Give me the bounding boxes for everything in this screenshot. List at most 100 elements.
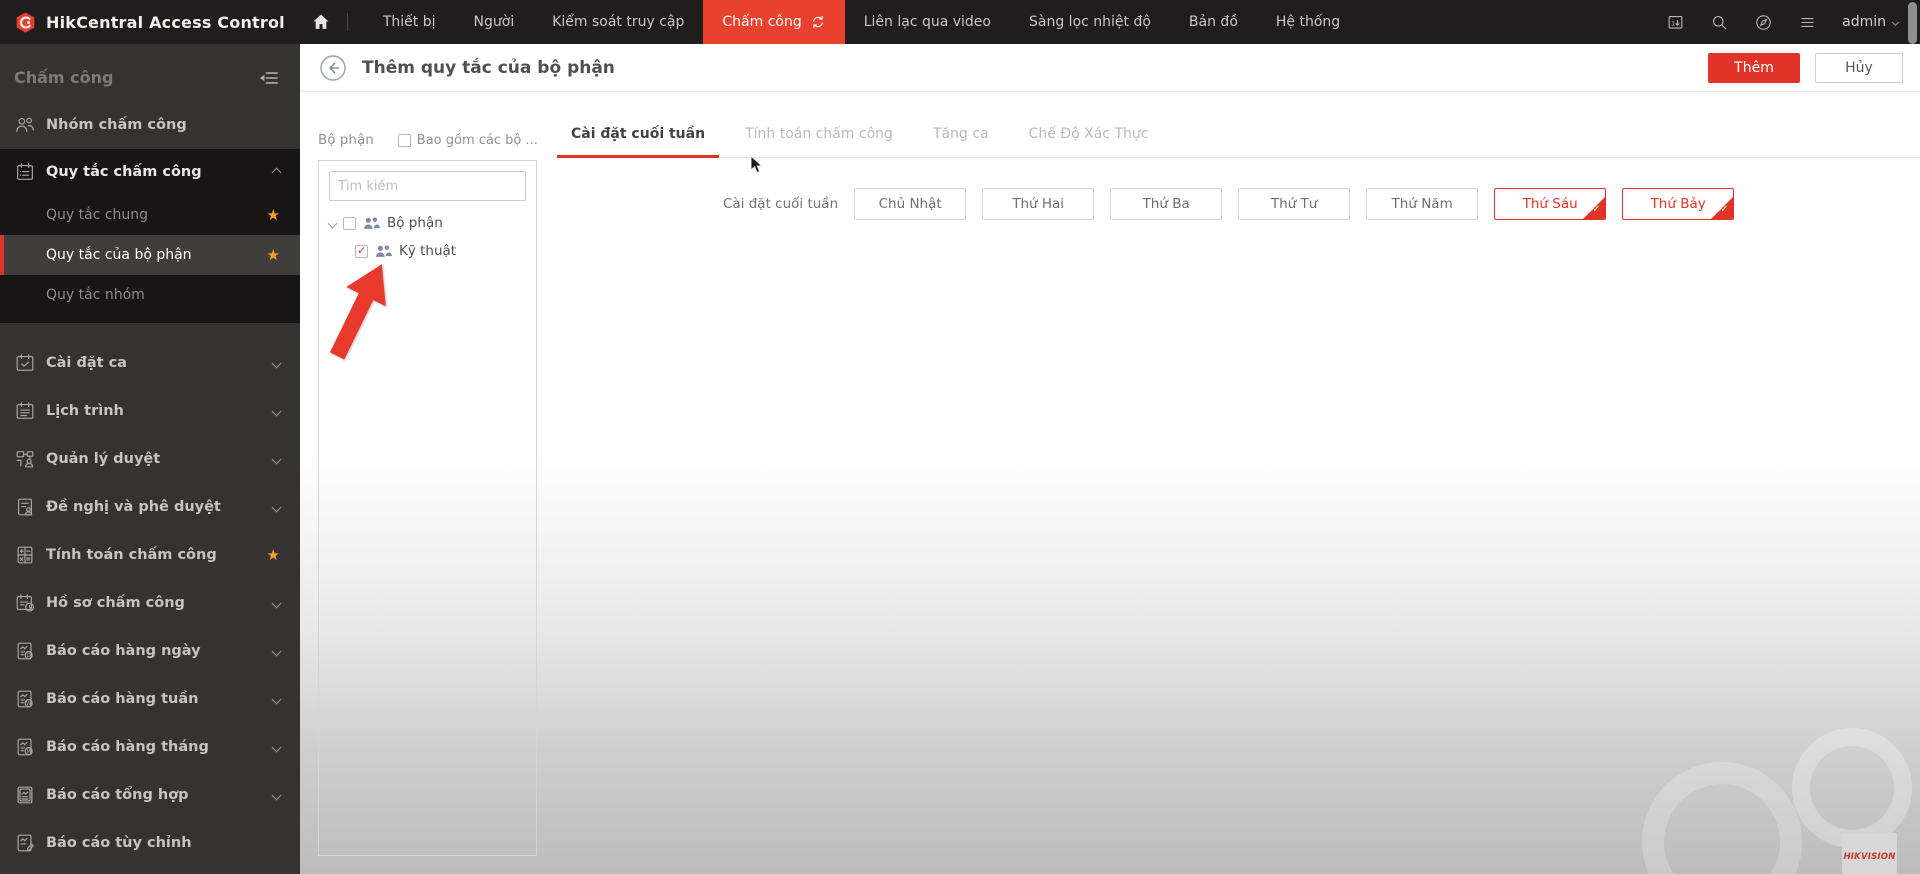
- tab-label: Chế Độ Xác Thực: [1028, 126, 1149, 142]
- home-icon[interactable]: [311, 12, 331, 32]
- search-icon[interactable]: [1710, 13, 1729, 32]
- star-icon[interactable]: ★: [267, 547, 280, 563]
- chevron-down-icon: [271, 406, 282, 416]
- nav-ban-do[interactable]: Bản đồ: [1170, 0, 1257, 44]
- tree-node-bo-phan[interactable]: Bộ phận: [327, 215, 526, 231]
- sidebar-item-quan-ly-duyet[interactable]: Quản lý duyệt: [0, 435, 300, 483]
- day-button-tuesday[interactable]: Thứ Ba: [1110, 188, 1223, 220]
- page-header: Thêm quy tắc của bộ phận Thêm Hủy: [300, 44, 1920, 92]
- star-icon[interactable]: ★: [267, 207, 280, 223]
- sidebar-item-label: Báo cáo hàng tháng: [46, 739, 209, 755]
- sidebar-item-label: Lịch trình: [46, 403, 124, 419]
- chevron-down-icon: [271, 646, 282, 656]
- sidebar-item-tinh-toan-cham-cong[interactable]: Tính toán chấm công ★: [0, 531, 300, 579]
- svg-text:1: 1: [1671, 20, 1675, 27]
- selected-corner-icon: ✓: [1583, 197, 1606, 219]
- nav-nguoi[interactable]: Người: [455, 0, 534, 44]
- sidebar-item-label: Quy tắc nhóm: [46, 287, 145, 303]
- day-button-label: Thứ Sáu: [1522, 196, 1578, 212]
- sidebar-item-label: Quy tắc chấm công: [46, 164, 202, 180]
- top-nav: Thiết bị Người Kiểm soát truy cập Chấm c…: [364, 0, 1359, 44]
- tab-che-do-xac-thuc[interactable]: Chế Độ Xác Thực: [1015, 126, 1163, 157]
- day-button-friday[interactable]: Thứ Sáu ✓: [1494, 188, 1607, 220]
- nav-label: Thiết bị: [382, 14, 436, 30]
- chevron-up-icon: [271, 167, 282, 177]
- sidebar-item-lich-trinh[interactable]: Lịch trình: [0, 387, 300, 435]
- back-button[interactable]: [320, 54, 346, 81]
- sync-icon: [812, 15, 823, 29]
- sidebar-item-label: Báo cáo tổng hợp: [46, 787, 189, 803]
- sidebar-item-ho-so-cham-cong[interactable]: Hồ sơ chấm công: [0, 579, 300, 627]
- sidebar-item-label: Đề nghị và phê duyệt: [46, 499, 221, 515]
- calendar-check-icon: [14, 352, 36, 374]
- day-button-label: Thứ Năm: [1391, 196, 1453, 212]
- star-icon[interactable]: ★: [267, 247, 280, 263]
- nav-lien-lac-qua-video[interactable]: Liên lạc qua video: [845, 0, 1010, 44]
- page-title: Thêm quy tắc của bộ phận: [362, 57, 615, 78]
- day-button-label: Thứ Hai: [1012, 196, 1065, 212]
- add-button[interactable]: Thêm: [1708, 52, 1800, 83]
- nav-cham-cong[interactable]: Chấm công: [703, 0, 845, 44]
- report-weekly-icon: [14, 688, 36, 710]
- nav-thiet-bi[interactable]: Thiết bị: [364, 0, 455, 44]
- org-chart-icon: [14, 448, 36, 470]
- calendar-icon[interactable]: 1: [1666, 13, 1685, 32]
- sidebar-item-label: Quy tắc của bộ phận: [46, 247, 192, 263]
- sidebar-item-bao-cao-hang-ngay[interactable]: Báo cáo hàng ngày: [0, 627, 300, 675]
- nav-he-thong[interactable]: Hệ thống: [1257, 0, 1359, 44]
- nav-sang-loc-nhiet-do[interactable]: Sàng lọc nhiệt độ: [1010, 0, 1170, 44]
- day-button-wednesday[interactable]: Thứ Tư: [1238, 188, 1351, 220]
- cancel-button[interactable]: Hủy: [1815, 52, 1903, 83]
- tab-cai-dat-cuoi-tuan[interactable]: Cài đặt cuối tuần: [557, 126, 720, 158]
- nav-label: Bản đồ: [1188, 14, 1238, 30]
- tab-label: Cài đặt cuối tuần: [571, 126, 706, 142]
- search-input[interactable]: [329, 171, 526, 201]
- sidebar-item-label: Quy tắc chung: [46, 207, 149, 223]
- nav-label: Kiểm soát truy cập: [552, 14, 685, 30]
- report-daily-icon: [14, 640, 36, 662]
- sidebar-item-cai-dat-ca[interactable]: Cài đặt ca: [0, 339, 300, 387]
- sidebar-item-quy-tac-chung[interactable]: Quy tắc chung ★: [0, 195, 300, 235]
- tab-tinh-toan-cham-cong[interactable]: Tính toán chấm công: [731, 126, 907, 157]
- nav-kiem-soat-truy-cap[interactable]: Kiểm soát truy cập: [533, 0, 703, 44]
- collapse-sidebar-icon[interactable]: [258, 69, 280, 87]
- day-button-sunday[interactable]: Chủ Nhật: [854, 188, 967, 220]
- compass-icon[interactable]: [1754, 13, 1773, 32]
- user-menu[interactable]: admin: [1842, 14, 1900, 30]
- sidebar-item-de-nghi-va-phe-duyet[interactable]: Đề nghị và phê duyệt: [0, 483, 300, 531]
- sidebar-item-label: Hồ sơ chấm công: [46, 595, 185, 611]
- tree-node-ky-thuat[interactable]: ✓ Kỹ thuật: [355, 243, 526, 259]
- sidebar-title: Chấm công: [14, 68, 114, 87]
- chevron-down-icon: [271, 742, 282, 752]
- day-button-monday[interactable]: Thứ Hai: [982, 188, 1095, 220]
- sidebar-item-quy-tac-cham-cong[interactable]: Quy tắc chấm công: [0, 149, 300, 195]
- chevron-down-icon[interactable]: [327, 218, 338, 228]
- department-icon: [375, 244, 392, 259]
- day-button-label: Thứ Bảy: [1650, 196, 1706, 212]
- menu-icon[interactable]: [1798, 13, 1817, 32]
- checkbox-icon[interactable]: [343, 216, 356, 230]
- sidebar-item-nhom-cham-cong[interactable]: Nhóm chấm công: [0, 101, 300, 149]
- hikcentral-logo-icon: [16, 11, 35, 33]
- sidebar: Chấm công Nhóm chấm công Quy tắc chấm cô…: [0, 44, 300, 874]
- tab-tang-ca[interactable]: Tăng ca: [919, 126, 1003, 157]
- scrollbar-thumb[interactable]: [1908, 2, 1917, 44]
- include-sub-departments-checkbox[interactable]: Bao gồm các bộ ...: [397, 133, 538, 148]
- checkbox-checked-icon[interactable]: ✓: [355, 244, 368, 258]
- sidebar-item-bao-cao-tuy-chinh[interactable]: Báo cáo tùy chỉnh: [0, 819, 300, 867]
- sidebar-group-quy-tac: Quy tắc chấm công Quy tắc chung ★ Quy tắ…: [0, 149, 300, 323]
- day-button-thursday[interactable]: Thứ Năm: [1366, 188, 1479, 220]
- sidebar-item-bao-cao-tong-hop[interactable]: Báo cáo tổng hợp: [0, 771, 300, 819]
- sidebar-item-label: Báo cáo tùy chỉnh: [46, 835, 192, 851]
- department-panel: Bộ phận Bao gồm các bộ ... Bộ phận: [300, 92, 539, 874]
- nav-label: Chấm công: [722, 14, 802, 30]
- chevron-down-icon: [271, 598, 282, 608]
- nav-label: Sàng lọc nhiệt độ: [1029, 14, 1151, 30]
- sidebar-item-quy-tac-nhom[interactable]: Quy tắc nhóm: [0, 275, 300, 315]
- sidebar-item-bao-cao-hang-tuan[interactable]: Báo cáo hàng tuần: [0, 675, 300, 723]
- sidebar-item-bao-cao-hang-thang[interactable]: Báo cáo hàng tháng: [0, 723, 300, 771]
- day-button-label: Thứ Ba: [1142, 196, 1190, 212]
- sidebar-item-quy-tac-cua-bo-phan[interactable]: Quy tắc của bộ phận ★: [0, 235, 300, 275]
- checkbox-icon[interactable]: [397, 133, 411, 147]
- day-button-saturday[interactable]: Thứ Bảy ✓: [1622, 188, 1735, 220]
